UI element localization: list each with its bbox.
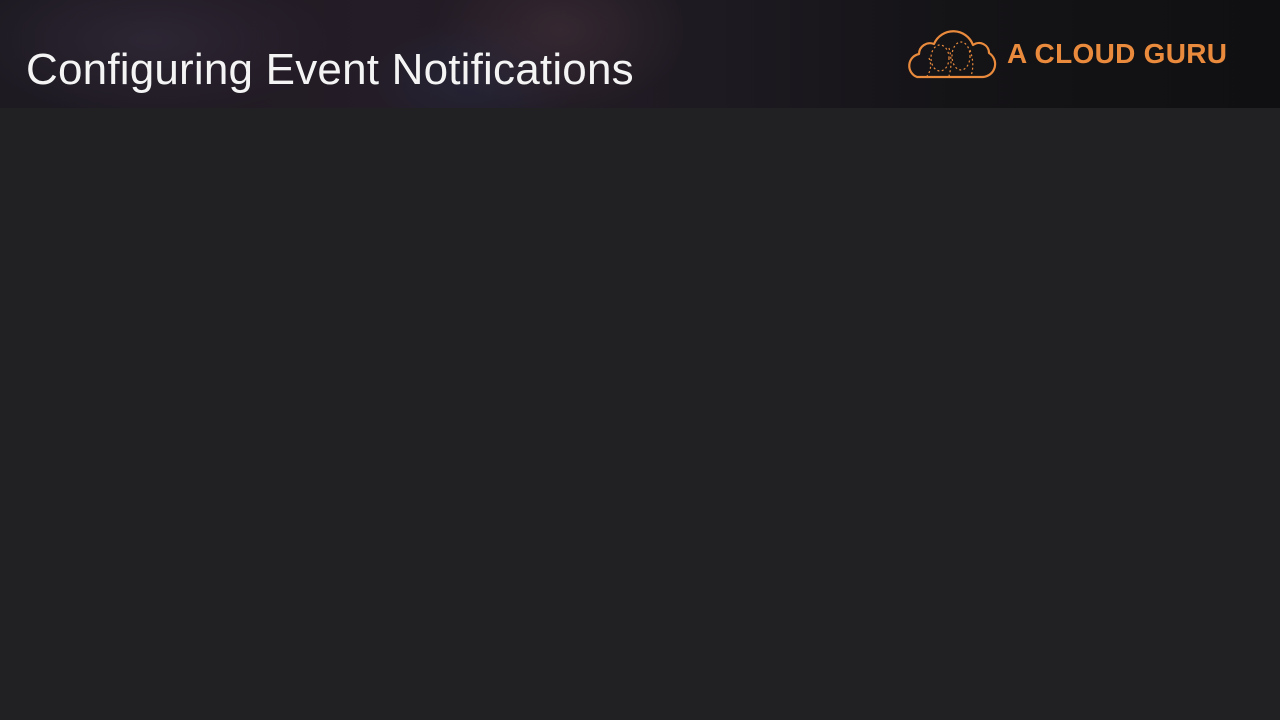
slide: Configuring Event Notifications A CLOUD …	[0, 0, 1280, 720]
slide-header: Configuring Event Notifications A CLOUD …	[0, 0, 1280, 108]
cloud-logo-icon	[908, 30, 997, 79]
slide-content-area	[0, 108, 1280, 720]
brand-logo-text: A CLOUD GURU	[1007, 38, 1228, 69]
slide-title: Configuring Event Notifications	[26, 45, 634, 94]
brand-logo: A CLOUD GURU	[903, 28, 1243, 82]
